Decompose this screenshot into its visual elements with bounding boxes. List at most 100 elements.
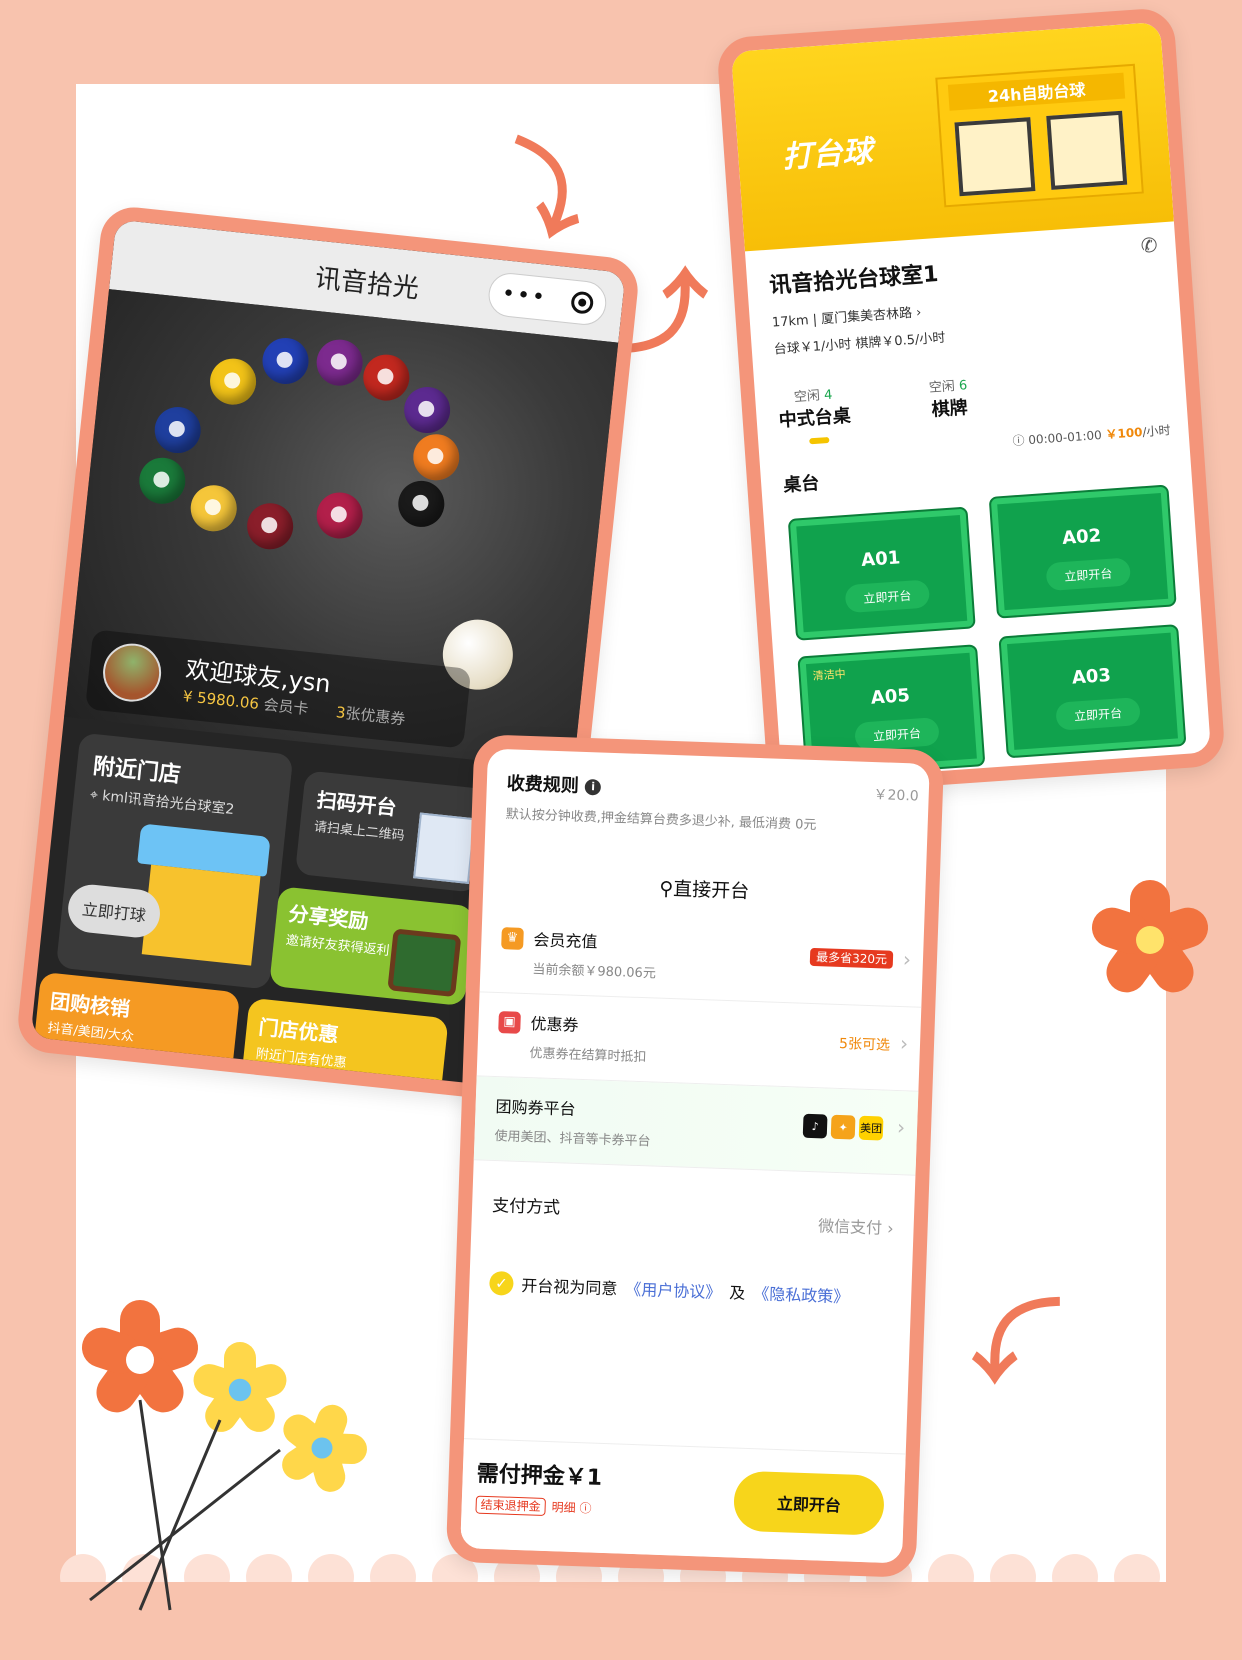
avatar[interactable] <box>100 640 164 705</box>
payment-screen: 收费规则 i ￥20.0 默认按分钟收费,押金结算台费多退少补, 最低消费 0元… <box>445 734 945 1578</box>
meituan-icon: 美团 <box>858 1115 884 1141</box>
info-icon[interactable]: i <box>584 778 602 796</box>
fee-rule-desc: 默认按分钟收费,押金结算台费多退少补, 最低消费 0元 <box>505 807 817 834</box>
deposit-amount: 需付押金￥1 <box>476 1461 603 1491</box>
storefront-illustration: 24h自助台球 <box>935 63 1144 208</box>
tab-name: 中式台桌 <box>778 405 852 432</box>
pay-method-text: 微信支付 <box>817 1216 883 1238</box>
user-agreement-link[interactable]: 《用户协议》 <box>625 1276 722 1303</box>
refund-tag: 结束退押金 <box>475 1495 546 1516</box>
open-table-button[interactable]: 立即开台 <box>1045 557 1132 592</box>
billiard-ball <box>137 455 188 507</box>
chevron-right-icon: › <box>899 1031 909 1056</box>
member-recharge-row[interactable]: ♛ 会员充值 当前余额￥980.06元 最多省320元 › <box>479 908 925 1008</box>
arrow-left-icon: ⤴ <box>972 1284 1062 1389</box>
open-table-button[interactable]: 立即开台 <box>1055 697 1141 731</box>
deposit-tags: 结束退押金 明细 ⓘ <box>475 1495 592 1517</box>
billiard-ball <box>188 482 239 534</box>
coupon-icon: ▣ <box>498 1011 521 1034</box>
free-number: 4 <box>823 387 833 404</box>
hours-range: 00:00-01:00 <box>1027 427 1103 448</box>
open-table-button[interactable]: 立即开台 <box>854 717 940 751</box>
per-hour: /小时 <box>1141 423 1171 440</box>
hero-image: 欢迎球友,ysn ¥ 5980.06 会员卡 3张优惠券 <box>64 289 619 771</box>
billiard-ball <box>401 384 453 436</box>
flower-stems <box>89 1399 281 1611</box>
pay-method-label: 支付方式 <box>491 1195 561 1219</box>
group-title: 团购核销 <box>49 988 132 1022</box>
billiard-ball <box>361 352 412 403</box>
detail-link[interactable]: 明细 ⓘ <box>551 1500 591 1515</box>
fee-rule-title-text: 收费规则 <box>506 773 580 797</box>
checkout-bar: 需付押金￥1 结束退押金 明细 ⓘ 立即开台 <box>460 1438 906 1564</box>
billiard-ball <box>314 490 365 541</box>
open-now-button[interactable]: 立即开台 <box>732 1470 885 1536</box>
flower-icon <box>1086 880 1214 1001</box>
coupon-count[interactable]: 3张优惠券 <box>335 701 406 729</box>
miniprogram-capsule[interactable]: ••• <box>486 270 609 328</box>
billiard-ball <box>152 404 203 456</box>
tab-chinese-table[interactable]: 空闲 4 中式台桌 <box>777 383 852 433</box>
table-card-a02[interactable]: A02 立即开台 <box>990 486 1175 617</box>
scan-open-card[interactable]: 扫码开台 请扫桌上二维码 <box>294 770 487 893</box>
direct-open-text: 直接开台 <box>672 878 750 903</box>
billiard-ball <box>244 500 296 552</box>
store-address-text: 17km | 厦门集美杏林路 <box>771 305 913 331</box>
free-number: 6 <box>958 378 968 394</box>
checkbox-checked-icon[interactable]: ✓ <box>489 1270 514 1296</box>
pool-table-icon <box>387 928 462 998</box>
fee-rule-price: ￥20.0 <box>873 787 919 805</box>
table-id: A02 <box>1061 525 1102 549</box>
table-id: A03 <box>1071 664 1112 689</box>
member-balance: 当前余额￥980.06元 <box>532 962 657 982</box>
coupon-available: 5张可选 <box>838 1035 891 1054</box>
qr-code-icon <box>413 812 476 884</box>
store-screen: 打台球 24h自助台球 ✆ 讯音拾光台球室1 17km | 厦门集美杏林路 › … <box>716 6 1226 798</box>
platform-label: 团购券平台 <box>495 1097 576 1119</box>
pay-method-value: 微信支付 › <box>817 1216 894 1238</box>
phone-icon[interactable]: ✆ <box>1140 233 1158 258</box>
nearby-store-title: 附近门店 <box>91 754 182 789</box>
coupon-row[interactable]: ▣ 优惠券 优惠券在结算时抵扣 5张可选 › <box>476 992 922 1092</box>
table-id: A01 <box>860 547 901 572</box>
fee-rule-section: 收费规则 i ￥20.0 默认按分钟收费,押金结算台费多退少补, 最低消费 0元… <box>483 749 930 910</box>
member-card-label: 会员卡 <box>262 695 310 719</box>
storefront-sign: 24h自助台球 <box>947 72 1126 111</box>
nearby-store-card[interactable]: 附近门店 ⌖ kml讯音拾光台球室2 立即打球 <box>55 732 294 990</box>
scan-title: 扫码开台 <box>315 787 398 820</box>
share-title: 分享奖励 <box>287 901 370 934</box>
store-offer-title: 门店优惠 <box>257 1014 340 1048</box>
chevron-right-icon: › <box>902 947 912 972</box>
platform-sub: 使用美团、抖音等卡券平台 <box>494 1128 651 1150</box>
nearby-store-name-text: kml讯音拾光台球室2 <box>101 788 236 818</box>
chevron-right-icon: › <box>896 1115 906 1140</box>
more-icon[interactable]: ••• <box>501 281 548 311</box>
douyin-icon: ♪ <box>802 1113 828 1139</box>
privacy-policy-link[interactable]: 《隐私政策》 <box>753 1280 850 1307</box>
fee-rule-title[interactable]: 收费规则 i <box>506 769 909 809</box>
close-target-icon[interactable] <box>569 290 595 315</box>
banner-logo: 打台球 <box>781 134 874 176</box>
share-reward-card[interactable]: 分享奖励 邀请好友获得返利 <box>269 886 475 1007</box>
store-banner: 打台球 24h自助台球 <box>730 21 1174 252</box>
coupon-sub: 优惠券在结算时抵扣 <box>529 1046 647 1066</box>
open-table-button[interactable]: 立即开台 <box>844 579 931 614</box>
platform-row[interactable]: 团购券平台 使用美团、抖音等卡券平台 ♪ ✦ 美团 › <box>473 1076 919 1176</box>
hour-price: ￥100 <box>1105 425 1143 442</box>
save-badge-text: 最多省320元 <box>809 947 894 969</box>
billiard-ball <box>260 335 311 387</box>
table-card-a01[interactable]: A01 立即开台 <box>789 508 974 639</box>
nearby-store-name: ⌖ kml讯音拾光台球室2 <box>89 786 236 818</box>
coupon-label: 优惠券 <box>530 1014 579 1035</box>
billiard-ball <box>410 431 462 483</box>
billiard-ball <box>314 337 365 388</box>
coupon-label: 张优惠券 <box>344 704 407 729</box>
table-card-a03[interactable]: A03 立即开台 <box>1000 626 1185 757</box>
dianping-icon: ✦ <box>830 1114 856 1140</box>
and-text: 及 <box>728 1283 746 1303</box>
save-badge: 最多省320元 <box>809 947 894 969</box>
tab-name: 棋牌 <box>930 397 969 421</box>
tab-chess[interactable]: 空闲 6 棋牌 <box>928 374 969 422</box>
billiard-ball <box>207 356 259 407</box>
detail-text: 明细 <box>551 1500 576 1516</box>
